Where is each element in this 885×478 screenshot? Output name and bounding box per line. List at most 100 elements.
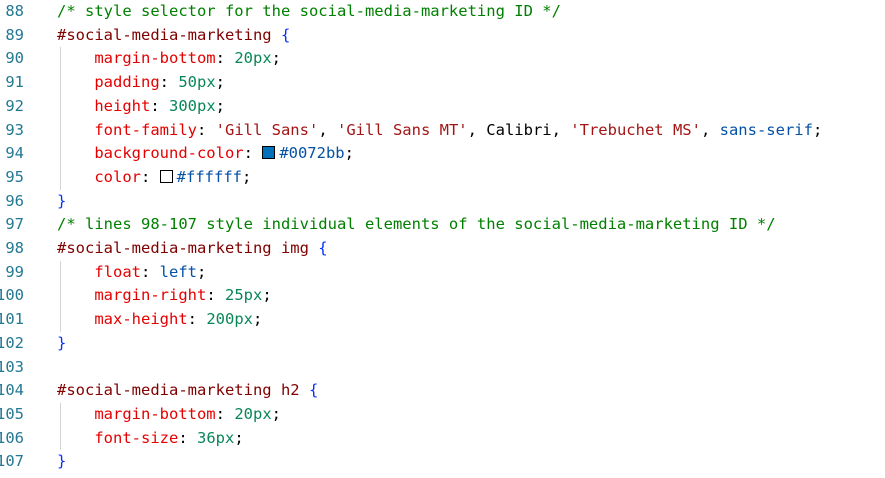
line-number: 93	[5, 120, 24, 139]
token-prop: color	[94, 167, 141, 186]
token-num: 20px	[234, 404, 272, 423]
color-swatch-icon[interactable]	[159, 169, 173, 183]
code-line: 98 #social-media-marketing img {	[0, 237, 885, 261]
code-line: 94 background-color: #0072bb;	[0, 142, 885, 166]
line-number: 101	[0, 310, 24, 329]
code-line: 106 font-size: 36px;	[0, 427, 885, 451]
line-code: #social-media-marketing {	[57, 24, 290, 48]
code-line: 91 padding: 50px;	[0, 71, 885, 95]
code-line: 89 #social-media-marketing {	[0, 24, 885, 48]
code-line: 95 color: #ffffff;	[0, 166, 885, 190]
token-num: 36px	[197, 428, 235, 447]
line-number: 105	[0, 404, 24, 423]
token-punc: ;	[242, 167, 252, 186]
token-prop: float	[94, 262, 141, 281]
code-line: 101 max-height: 200px;	[0, 308, 885, 332]
line-number: 98	[5, 239, 24, 257]
line-number: 88	[5, 2, 24, 20]
token-punc: ;	[197, 262, 207, 281]
token-punc: ;	[215, 96, 226, 115]
token-prop: font-size	[94, 428, 179, 447]
token-brace: {	[280, 25, 291, 44]
line-number: 89	[5, 25, 24, 44]
token-brace: {	[308, 381, 319, 400]
token-num: 200px	[206, 310, 253, 329]
token-prop: margin-bottom	[94, 404, 216, 423]
token-punc: :	[178, 428, 197, 447]
line-number: 100	[0, 286, 24, 305]
token-punc: :	[215, 404, 235, 423]
token-kw: #ffffff	[176, 167, 242, 186]
token-comment: /* lines 98-107 style individual element…	[57, 215, 776, 234]
line-code: margin-right: 25px;	[57, 284, 272, 308]
code-line: 99 float: left;	[0, 261, 885, 285]
token-kw: left	[159, 262, 197, 281]
token-punc: ;	[271, 49, 281, 68]
token-num: 300px	[169, 96, 216, 115]
token-punc: :	[141, 262, 160, 281]
token-punc: ;	[344, 144, 354, 163]
token-kw: #0072bb	[279, 144, 345, 163]
line-code: max-height: 200px;	[57, 308, 262, 332]
line-code: font-size: 36px;	[57, 427, 243, 451]
token-prop: font-family	[94, 120, 197, 139]
line-number: 94	[5, 144, 24, 163]
token-punc: :	[206, 286, 225, 305]
line-code: margin-bottom: 20px;	[57, 47, 281, 71]
code-line: 92 height: 300px;	[0, 95, 885, 119]
token-num: 25px	[224, 286, 263, 305]
code-line: 88 /* style selector for the social-media…	[0, 0, 885, 24]
token-prop: margin-right	[94, 286, 207, 305]
token-ident: , Calibri,	[467, 120, 571, 139]
code-editor[interactable]: 88 /* style selector for the social-media…	[0, 0, 885, 478]
token-punc: :	[215, 49, 235, 68]
line-number: 107	[0, 452, 24, 471]
token-punc: ,	[318, 120, 337, 139]
token-num: 50px	[178, 73, 216, 92]
line-code: font-family: 'Gill Sans', 'Gill Sans MT'…	[57, 119, 822, 143]
token-punc: :	[159, 73, 179, 92]
code-line: 107}	[0, 450, 885, 474]
token-brace: {	[318, 239, 328, 257]
code-line: 105 margin-bottom: 20px;	[0, 403, 885, 427]
code-line: 97 /* lines 98-107 style individual eleme…	[0, 213, 885, 237]
token-str: 'Gill Sans'	[215, 120, 319, 139]
token-brace: }	[57, 191, 67, 210]
token-comment: /* style selector for the social-media-m…	[57, 2, 561, 20]
code-line: 102}	[0, 332, 885, 356]
line-number: 92	[5, 96, 24, 115]
line-number: 104	[0, 381, 24, 400]
color-swatch-icon[interactable]	[262, 146, 276, 160]
token-prop: max-height	[94, 310, 188, 329]
token-kw: sans-serif	[719, 120, 813, 139]
token-punc: ;	[215, 73, 225, 92]
token-punc: ;	[253, 310, 263, 329]
line-code: }	[57, 450, 66, 474]
line-number: 103	[0, 357, 24, 376]
line-code: }	[57, 332, 66, 356]
token-prop: padding	[94, 73, 160, 92]
line-number: 95	[5, 167, 24, 186]
token-num: 20px	[234, 49, 272, 68]
token-punc: ,	[700, 120, 720, 139]
line-code: #social-media-marketing img {	[57, 237, 328, 261]
code-line: 100 margin-right: 25px;	[0, 284, 885, 308]
token-brace: }	[57, 333, 67, 352]
token-punc: :	[243, 144, 263, 163]
token-str: 'Gill Sans MT'	[336, 120, 468, 139]
line-code: padding: 50px;	[57, 71, 225, 95]
line-number: 90	[5, 49, 24, 68]
token-punc: ;	[262, 286, 272, 305]
token-selector: #social-media-marketing img	[57, 239, 319, 257]
line-number: 97	[5, 215, 24, 234]
line-code: float: left;	[57, 261, 206, 285]
token-punc: ;	[812, 120, 823, 139]
line-code: color: #ffffff;	[57, 166, 251, 190]
